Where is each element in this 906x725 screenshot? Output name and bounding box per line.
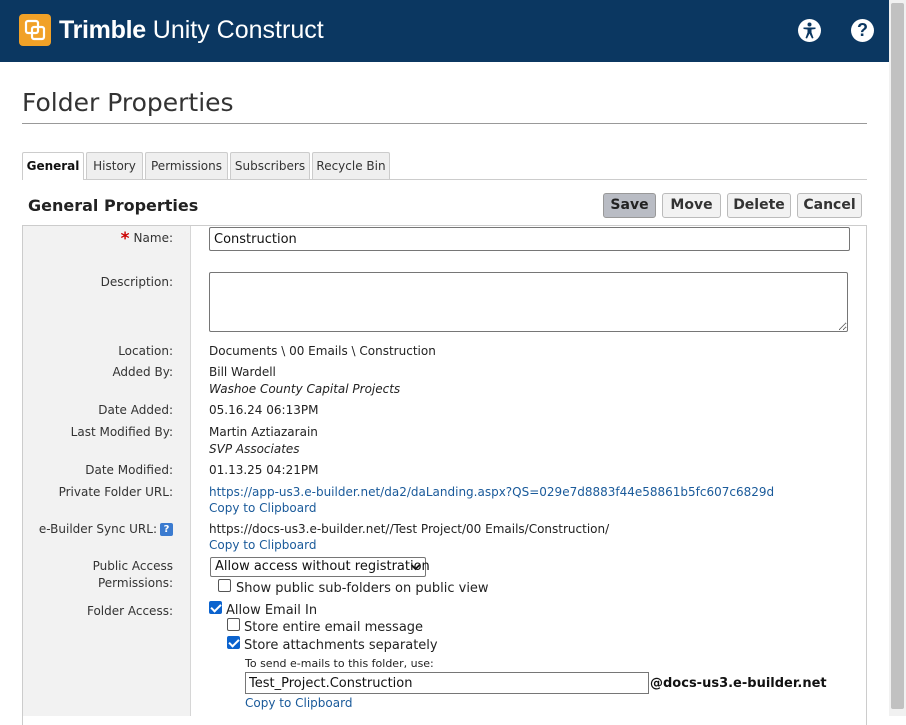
tab-bar: General History Permissions Subscribers … [22, 152, 867, 180]
last-modified-by-company: SVP Associates [209, 442, 300, 456]
added-by-label: Added By: [112, 365, 173, 379]
description-textarea[interactable] [209, 272, 848, 332]
public-access-label-1: Public Access [92, 559, 173, 573]
tab-recycle-bin[interactable]: Recycle Bin [312, 152, 390, 179]
name-input[interactable] [209, 227, 850, 251]
show-subfolders-label: Show public sub-folders on public view [236, 581, 489, 596]
folder-access-label: Folder Access: [86, 604, 173, 618]
email-domain: @docs-us3.e-builder.net [650, 676, 827, 691]
last-modified-by-label: Last Modified By: [70, 425, 173, 439]
save-button[interactable]: Save [603, 193, 656, 218]
added-by-company: Washoe County Capital Projects [209, 382, 401, 396]
date-added-value: 05.16.24 06:13PM [209, 403, 319, 417]
sync-url-value: https://docs-us3.e-builder.net//Test Pro… [209, 522, 610, 536]
tab-permissions[interactable]: Permissions [145, 152, 228, 179]
top-header: Trimble Unity Construct ? [0, 0, 889, 62]
private-url-label: Private Folder URL: [58, 485, 173, 499]
store-entire-email-checkbox[interactable] [227, 618, 240, 631]
required-marker: * [120, 229, 130, 249]
location-label: Location: [118, 344, 173, 358]
accessibility-icon[interactable] [798, 19, 821, 42]
folder-email-input[interactable] [245, 672, 649, 694]
allow-email-in-label: Allow Email In [226, 603, 318, 618]
tab-divider [22, 179, 867, 180]
public-access-label-2: Permissions: [97, 576, 173, 590]
email-copy-link[interactable]: Copy to Clipboard [245, 695, 352, 712]
allow-email-in-checkbox[interactable] [209, 601, 222, 614]
chevron-down-icon [410, 558, 421, 582]
added-by-name: Bill Wardell [209, 365, 276, 379]
date-added-label: Date Added: [98, 403, 173, 417]
tab-history[interactable]: History [86, 152, 143, 179]
tab-subscribers[interactable]: Subscribers [230, 152, 310, 179]
delete-button[interactable]: Delete [727, 193, 791, 218]
sync-url-label-text: e-Builder Sync URL: [38, 522, 157, 536]
trimble-logo-icon[interactable] [19, 14, 51, 46]
description-label: Description: [100, 275, 173, 289]
date-modified-value: 01.13.25 04:21PM [209, 463, 319, 477]
sync-url-label: e-Builder Sync URL:? [39, 521, 173, 538]
email-hint: To send e-mails to this folder, use: [245, 657, 434, 670]
private-url-copy-link[interactable]: Copy to Clipboard [209, 500, 316, 517]
title-divider [22, 123, 867, 124]
tab-general[interactable]: General [22, 152, 84, 180]
scrollbar-thumb[interactable] [891, 3, 904, 709]
help-icon[interactable]: ? [851, 19, 874, 42]
show-subfolders-checkbox[interactable] [218, 579, 231, 592]
public-access-select[interactable]: Allow access without registration [210, 557, 430, 577]
store-entire-email-label: Store entire email message [244, 620, 424, 635]
name-label-text: Name: [133, 231, 173, 245]
brand-title[interactable]: Trimble Unity Construct [59, 14, 324, 46]
store-attachments-checkbox[interactable] [227, 636, 240, 649]
private-url-link[interactable]: https://app-us3.e-builder.net/da2/daLand… [209, 484, 774, 501]
sync-help-icon[interactable]: ? [160, 523, 173, 536]
date-modified-label: Date Modified: [85, 463, 173, 477]
section-title: General Properties [28, 196, 199, 215]
brand-bold: Trimble [59, 16, 146, 44]
move-button[interactable]: Move [662, 193, 721, 218]
store-attachments-label: Store attachments separately [244, 638, 438, 653]
brand-light: Unity Construct [152, 16, 324, 44]
location-value: Documents \ 00 Emails \ Construction [209, 344, 436, 358]
public-access-selected: Allow access without registration [215, 559, 430, 574]
cancel-button[interactable]: Cancel [797, 193, 862, 218]
name-label: * Name: [121, 230, 173, 248]
last-modified-by-name: Martin Aztiazarain [209, 425, 318, 439]
page-title: Folder Properties [22, 88, 234, 117]
sync-url-copy-link[interactable]: Copy to Clipboard [209, 537, 316, 554]
